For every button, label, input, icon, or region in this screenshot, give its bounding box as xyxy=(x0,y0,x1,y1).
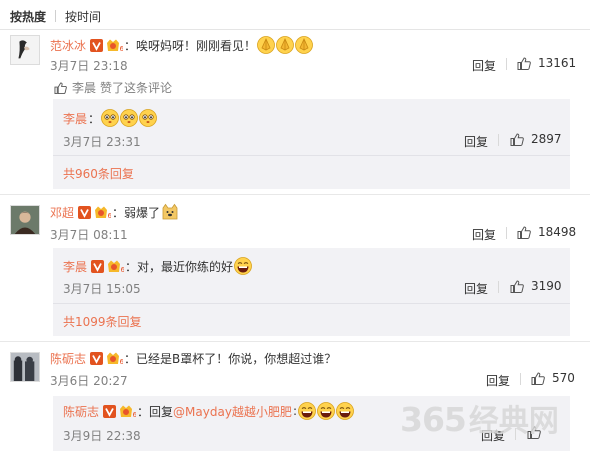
liked-by-user[interactable]: 李晨 xyxy=(72,79,96,96)
member-badge-icon[interactable] xyxy=(119,404,136,418)
avatar[interactable] xyxy=(10,205,40,235)
action-separator xyxy=(515,428,516,440)
reply-button[interactable]: 回复 xyxy=(464,280,488,297)
sub-comment-divider xyxy=(53,303,570,304)
shy-emoji-icon xyxy=(101,109,119,127)
comment-divider xyxy=(0,341,590,342)
laugh-emoji-icon xyxy=(234,257,252,275)
sub-comment-box: 李晨 ： 3月7日 23:31 回复 2897 共960条回复 xyxy=(53,99,570,189)
shy-emoji-icon xyxy=(120,109,138,127)
action-separator xyxy=(506,58,507,70)
like-button[interactable]: 13161 xyxy=(517,56,576,70)
avatar[interactable] xyxy=(10,352,40,382)
sub-comment-box: 李晨 ： 对，最近你练的好 3月7日 15:05 回复 3190 共1099条回… xyxy=(53,248,570,336)
like-count: 3190 xyxy=(531,279,562,293)
thumbs-up-icon xyxy=(517,57,531,70)
commenter-name[interactable]: 陈砺志 xyxy=(50,350,86,367)
like-count: 570 xyxy=(552,371,575,385)
thumbs-up-icon xyxy=(54,82,67,94)
like-button[interactable]: 2897 xyxy=(510,132,562,146)
verified-v-icon[interactable] xyxy=(90,39,103,52)
reply-button[interactable]: 回复 xyxy=(464,133,488,150)
reply-time: 3月7日 23:31 xyxy=(63,135,141,149)
member-badge-icon[interactable] xyxy=(106,38,123,52)
reply-author-name[interactable]: 李晨 xyxy=(63,110,87,127)
liked-by-row: 李晨 赞了这条评论 xyxy=(54,79,172,96)
laugh-emoji-icon xyxy=(298,402,316,420)
thumbs-up-icon xyxy=(531,372,545,385)
comment-text: 唉呀妈呀！刚刚看见！ xyxy=(136,38,257,53)
comment-header: 范冰冰 ： 唉呀妈呀！刚刚看见！ xyxy=(50,36,313,54)
liked-by-text: 赞了这条评论 xyxy=(100,81,173,95)
pray-emoji-icon xyxy=(276,36,294,54)
view-all-replies-link[interactable]: 共960条回复 xyxy=(63,165,134,182)
comment-header: 陈砺志 ： 已经是B罩杯了！你说，你想超过谁？ xyxy=(50,350,337,367)
reply-author-name[interactable]: 李晨 xyxy=(63,258,87,275)
sub-comment-header: 李晨 ： xyxy=(63,109,157,127)
thumbs-up-icon xyxy=(510,133,524,146)
comment-time: 3月7日 23:18 xyxy=(50,59,128,73)
thumbs-up-icon xyxy=(517,226,531,239)
comment-time: 3月7日 08:11 xyxy=(50,228,128,242)
commenter-name[interactable]: 范冰冰 xyxy=(50,37,86,54)
commenter-name[interactable]: 邓超 xyxy=(50,204,74,221)
doge-emoji-icon xyxy=(161,203,179,221)
like-count: 18498 xyxy=(538,225,577,239)
like-button[interactable]: 18498 xyxy=(517,225,576,239)
member-badge-icon[interactable] xyxy=(94,205,111,219)
thumbs-up-icon xyxy=(527,426,541,439)
reply-button[interactable]: 回复 xyxy=(472,57,496,74)
reply-time: 3月7日 15:05 xyxy=(63,282,141,296)
like-button[interactable] xyxy=(527,426,548,439)
shy-emoji-icon xyxy=(139,109,157,127)
sub-comment-divider xyxy=(53,155,570,156)
verified-v-icon[interactable] xyxy=(103,405,116,418)
comment-header: 邓超 ： 弱爆了 xyxy=(50,203,179,221)
reply-prefix: 回复 xyxy=(149,404,174,419)
comment-time: 3月6日 20:27 xyxy=(50,374,128,388)
reply-time: 3月9日 22:38 xyxy=(63,429,141,443)
laugh-emoji-icon xyxy=(317,402,335,420)
sub-comment-header: 陈砺志 ： 回复 @Mayday越越小肥肥 : xyxy=(63,402,354,420)
laugh-emoji-icon xyxy=(336,402,354,420)
member-badge-icon[interactable] xyxy=(107,259,124,273)
action-separator xyxy=(498,281,499,293)
sort-by-time-tab[interactable]: 按时间 xyxy=(65,8,101,25)
view-all-replies-link[interactable]: 共1099条回复 xyxy=(63,313,142,330)
sort-bar-divider xyxy=(0,29,590,30)
verified-v-icon[interactable] xyxy=(91,260,104,273)
mention-link[interactable]: @Mayday越越小肥肥 xyxy=(173,405,292,419)
like-button[interactable]: 570 xyxy=(531,371,575,385)
sort-bar: 按热度 按时间 xyxy=(10,7,101,25)
reply-author-name[interactable]: 陈砺志 xyxy=(63,403,99,420)
reply-button[interactable]: 回复 xyxy=(472,226,496,243)
like-button[interactable]: 3190 xyxy=(510,279,562,293)
like-count: 2897 xyxy=(531,132,562,146)
action-separator xyxy=(506,227,507,239)
pray-emoji-icon xyxy=(257,36,275,54)
member-badge-icon[interactable] xyxy=(106,351,123,365)
reply-button[interactable]: 回复 xyxy=(486,372,510,389)
verified-v-icon[interactable] xyxy=(90,352,103,365)
sub-comment-header: 李晨 ： 对，最近你练的好 xyxy=(63,257,252,275)
comment-text: 弱爆了 xyxy=(124,205,161,220)
sub-comment-box: 陈砺志 ： 回复 @Mayday越越小肥肥 : 3月9日 22:38 回复 xyxy=(53,396,570,451)
action-separator xyxy=(520,373,521,385)
comment-divider xyxy=(0,194,590,195)
verified-v-icon[interactable] xyxy=(78,206,91,219)
action-separator xyxy=(498,134,499,146)
sort-by-hot-tab[interactable]: 按热度 xyxy=(10,8,46,25)
sort-separator xyxy=(55,10,57,22)
comment-text: 已经是B罩杯了！你说，你想超过谁？ xyxy=(136,351,337,366)
like-count: 13161 xyxy=(538,56,577,70)
thumbs-up-icon xyxy=(510,280,524,293)
avatar[interactable] xyxy=(10,35,40,65)
reply-text: 对，最近你练的好 xyxy=(137,259,234,274)
pray-emoji-icon xyxy=(295,36,313,54)
reply-button[interactable]: 回复 xyxy=(481,427,505,444)
